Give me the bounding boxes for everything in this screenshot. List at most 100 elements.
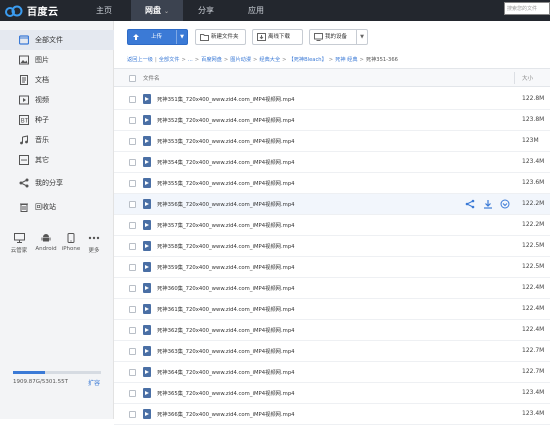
file-row[interactable]: 死神365集_720x400_www.zid4.com_iMP4视频网.mp4 1… [114, 383, 550, 404]
device-label: 更多 [88, 248, 100, 254]
row-checkbox[interactable] [129, 243, 136, 250]
row-checkbox[interactable] [129, 306, 136, 313]
new-folder-button[interactable]: 新建文件夹 [195, 29, 246, 45]
file-row[interactable]: 死神361集_720x400_www.zid4.com_iMP4视频网.mp4 1… [114, 299, 550, 320]
file-name[interactable]: 死神354集_720x400_www.zid4.com_iMP4视频网.mp4 [157, 158, 295, 166]
offline-download-button[interactable]: 离线下载 [252, 29, 303, 45]
file-name[interactable]: 死神355集_720x400_www.zid4.com_iMP4视频网.mp4 [157, 179, 295, 187]
breadcrumb-all-files[interactable]: 全部文件 [159, 57, 180, 63]
row-checkbox[interactable] [129, 201, 136, 208]
sidebar-item-other[interactable]: 其它 [0, 150, 114, 170]
row-checkbox[interactable] [129, 285, 136, 292]
file-row[interactable]: 死神366集_720x400_www.zid4.com_iMP4视频网.mp4 1… [114, 404, 550, 425]
breadcrumb-item[interactable]: 经典大全 [259, 57, 280, 63]
sidebar-item-images[interactable]: 图片 [0, 50, 114, 70]
sidebar-item-label: 文档 [35, 76, 49, 84]
nav-netdisk[interactable]: 网盘 ⌄ [131, 0, 183, 21]
file-row[interactable]: 死神351集_720x400_www.zid4.com_iMP4视频网.mp4 1… [114, 89, 550, 110]
file-size: 123.6M [522, 179, 545, 186]
more-options-icon[interactable] [500, 199, 510, 209]
column-header-size[interactable]: 大小 [522, 74, 533, 82]
breadcrumb-item[interactable]: 死神 经典 [335, 57, 357, 63]
top-search-input[interactable]: 搜索您的文件 [504, 2, 550, 15]
file-row[interactable]: 死神355集_720x400_www.zid4.com_iMP4视频网.mp4 1… [114, 173, 550, 194]
device-android[interactable]: Android [33, 233, 59, 252]
row-checkbox[interactable] [129, 369, 136, 376]
expand-storage-link[interactable]: 扩容 [88, 378, 100, 387]
file-row[interactable]: 死神358集_720x400_www.zid4.com_iMP4视频网.mp4 1… [114, 236, 550, 257]
upload-button[interactable]: 上传 ▼ [127, 29, 188, 45]
file-name[interactable]: 死神359集_720x400_www.zid4.com_iMP4视频网.mp4 [157, 263, 295, 271]
download-icon[interactable] [483, 199, 493, 209]
file-name[interactable]: 死神362集_720x400_www.zid4.com_iMP4视频网.mp4 [157, 326, 295, 334]
breadcrumb-item[interactable]: 【死神Bleach】 [289, 57, 327, 63]
share-icon[interactable] [465, 199, 475, 209]
row-checkbox[interactable] [129, 411, 136, 418]
sidebar-item-torrents[interactable]: BT 种子 [0, 110, 114, 130]
row-checkbox[interactable] [129, 327, 136, 334]
my-devices-label: 我的设备 [325, 34, 348, 40]
breadcrumb-item[interactable]: 图片动漫 [230, 57, 251, 63]
my-devices-button[interactable]: 我的设备 ▼ [309, 29, 368, 45]
svg-text:BT: BT [21, 118, 29, 125]
breadcrumb-ellipsis[interactable]: ... [188, 57, 193, 63]
row-checkbox[interactable] [129, 138, 136, 145]
file-name[interactable]: 死神353集_720x400_www.zid4.com_iMP4视频网.mp4 [157, 137, 295, 145]
file-name[interactable]: 死神361集_720x400_www.zid4.com_iMP4视频网.mp4 [157, 305, 295, 313]
file-name[interactable]: 死神360集_720x400_www.zid4.com_iMP4视频网.mp4 [157, 284, 295, 292]
file-row[interactable]: 死神352集_720x400_www.zid4.com_iMP4视频网.mp4 1… [114, 110, 550, 131]
file-row[interactable]: 死神356集_720x400_www.zid4.com_iMP4视频网.mp4 1… [114, 194, 550, 215]
row-checkbox[interactable] [129, 348, 136, 355]
nav-home[interactable]: 主页 [84, 0, 124, 21]
sidebar-item-videos[interactable]: 视频 [0, 90, 114, 110]
baidu-cloud-logo[interactable]: 百度云 [4, 2, 59, 19]
file-row[interactable]: 死神363集_720x400_www.zid4.com_iMP4视频网.mp4 1… [114, 341, 550, 362]
file-row[interactable]: 死神362集_720x400_www.zid4.com_iMP4视频网.mp4 1… [114, 320, 550, 341]
file-name[interactable]: 死神351集_720x400_www.zid4.com_iMP4视频网.mp4 [157, 95, 295, 103]
device-icon [314, 33, 323, 41]
column-header-name[interactable]: 文件名 [143, 74, 160, 82]
video-file-icon [143, 157, 151, 167]
file-row[interactable]: 死神364集_720x400_www.zid4.com_iMP4视频网.mp4 1… [114, 362, 550, 383]
row-checkbox[interactable] [129, 96, 136, 103]
sidebar-item-documents[interactable]: 文档 [0, 70, 114, 90]
row-checkbox[interactable] [129, 264, 136, 271]
nav-apps[interactable]: 应用 [238, 0, 274, 21]
file-size: 122.4M [522, 326, 545, 333]
sidebar-item-recycle-bin[interactable]: 回收站 [0, 197, 114, 217]
iphone-icon [67, 233, 75, 243]
row-checkbox[interactable] [129, 390, 136, 397]
file-name[interactable]: 死神357集_720x400_www.zid4.com_iMP4视频网.mp4 [157, 221, 295, 229]
sidebar-item-music[interactable]: 音乐 [0, 130, 114, 150]
file-name[interactable]: 死神352集_720x400_www.zid4.com_iMP4视频网.mp4 [157, 116, 295, 124]
breadcrumb: 返回上一级 | 全部文件 >... > 百度网盘 > 图片动漫 > 经典大全 > 【死神Bleach】… [127, 56, 398, 63]
upload-dropdown-icon[interactable]: ▼ [176, 30, 187, 44]
file-name[interactable]: 死神364集_720x400_www.zid4.com_iMP4视频网.mp4 [157, 368, 295, 376]
file-row[interactable]: 死神357集_720x400_www.zid4.com_iMP4视频网.mp4 1… [114, 215, 550, 236]
file-name[interactable]: 死神363集_720x400_www.zid4.com_iMP4视频网.mp4 [157, 347, 295, 355]
file-row[interactable]: 死神360集_720x400_www.zid4.com_iMP4视频网.mp4 1… [114, 278, 550, 299]
file-row[interactable]: 死神359集_720x400_www.zid4.com_iMP4视频网.mp4 1… [114, 257, 550, 278]
document-icon [20, 75, 28, 85]
row-checkbox[interactable] [129, 159, 136, 166]
breadcrumb-item[interactable]: 百度网盘 [201, 57, 222, 63]
video-file-icon [143, 367, 151, 377]
breadcrumb-back-link[interactable]: 返回上一级 [127, 57, 153, 63]
row-checkbox[interactable] [129, 222, 136, 229]
sidebar-item-my-shares[interactable]: 我的分享 [0, 173, 114, 193]
file-row[interactable]: 死神353集_720x400_www.zid4.com_iMP4视频网.mp4 1… [114, 131, 550, 152]
sidebar-item-all-files[interactable]: 全部文件 [0, 30, 114, 50]
device-desktop[interactable]: 云管家 [6, 233, 32, 254]
file-name[interactable]: 死神365集_720x400_www.zid4.com_iMP4视频网.mp4 [157, 389, 295, 397]
my-devices-dropdown-icon[interactable]: ▼ [356, 30, 367, 44]
file-name[interactable]: 死神356集_720x400_www.zid4.com_iMP4视频网.mp4 [157, 200, 295, 208]
trash-icon [20, 203, 28, 212]
file-row[interactable]: 死神354集_720x400_www.zid4.com_iMP4视频网.mp4 1… [114, 152, 550, 173]
file-name[interactable]: 死神366集_720x400_www.zid4.com_iMP4视频网.mp4 [157, 410, 295, 418]
row-checkbox[interactable] [129, 180, 136, 187]
nav-share[interactable]: 分享 [188, 0, 224, 21]
row-checkbox[interactable] [129, 117, 136, 124]
select-all-checkbox[interactable] [129, 75, 136, 82]
device-more[interactable]: 更多 [81, 233, 107, 254]
file-name[interactable]: 死神358集_720x400_www.zid4.com_iMP4视频网.mp4 [157, 242, 295, 250]
